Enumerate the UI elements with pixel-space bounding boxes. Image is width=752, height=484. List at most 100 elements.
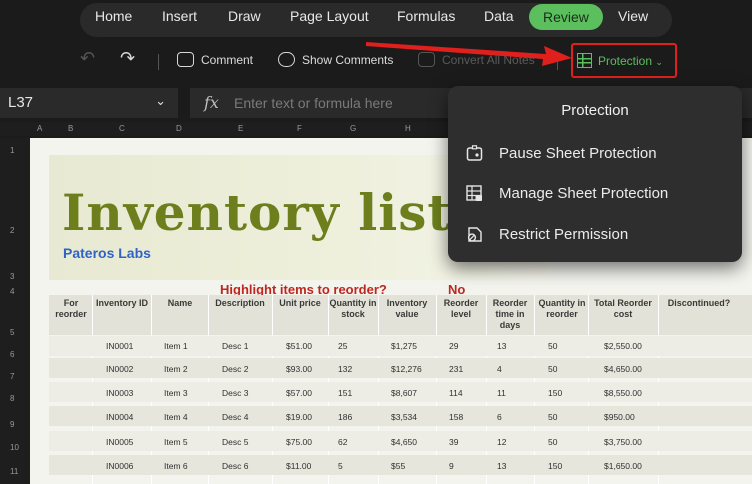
cell-reorder-qty[interactable]: 50 — [548, 364, 557, 374]
menu-item-pause-sheet-protection[interactable]: Pause Sheet Protection — [462, 138, 732, 170]
cell-id[interactable]: IN0004 — [106, 412, 133, 422]
cell-value[interactable]: $55 — [391, 461, 405, 471]
tab-page-layout[interactable]: Page Layout — [290, 8, 369, 24]
cell-cost[interactable]: $2,550.00 — [604, 341, 642, 351]
cell-id[interactable]: IN0006 — [106, 461, 133, 471]
cell-value[interactable]: $1,275 — [391, 341, 417, 351]
cell-qty[interactable]: 25 — [338, 341, 347, 351]
comment-button[interactable]: Comment — [177, 52, 253, 67]
column-header[interactable]: G — [350, 124, 356, 133]
row-header[interactable]: 1 — [10, 146, 14, 155]
row-header[interactable]: 9 — [10, 420, 14, 429]
cell-desc[interactable]: Desc 4 — [222, 412, 248, 422]
cell-name[interactable]: Item 3 — [164, 388, 188, 398]
cell-desc[interactable]: Desc 6 — [222, 461, 248, 471]
cell-name[interactable]: Item 4 — [164, 412, 188, 422]
cell-qty[interactable]: 5 — [338, 461, 343, 471]
menu-item-restrict-permission[interactable]: Restrict Permission — [462, 219, 732, 251]
redo-icon[interactable]: ↷ — [120, 48, 135, 69]
row-header[interactable]: 2 — [10, 226, 14, 235]
cell-reorder-qty[interactable]: 50 — [548, 437, 557, 447]
column-header[interactable]: B — [68, 124, 73, 133]
cell-cost[interactable]: $950.00 — [604, 412, 635, 422]
row-header[interactable]: 4 — [10, 287, 14, 296]
cell-price[interactable]: $57.00 — [286, 388, 312, 398]
cell-level[interactable]: 9 — [449, 461, 454, 471]
table-header: Inventory value — [386, 298, 428, 319]
cell-days[interactable]: 4 — [497, 364, 502, 374]
cell-price[interactable]: $51.00 — [286, 341, 312, 351]
cell-qty[interactable]: 151 — [338, 388, 352, 398]
cell-days[interactable]: 13 — [497, 461, 506, 471]
tab-insert[interactable]: Insert — [162, 8, 197, 24]
menu-item-manage-sheet-protection[interactable]: Manage Sheet Protection — [462, 178, 732, 210]
tab-draw[interactable]: Draw — [228, 8, 261, 24]
cell-cost[interactable]: $3,750.00 — [604, 437, 642, 447]
cell-level[interactable]: 29 — [449, 341, 458, 351]
row-header[interactable]: 8 — [10, 394, 14, 403]
cell-value[interactable]: $4,650 — [391, 437, 417, 447]
column-header[interactable]: E — [238, 124, 243, 133]
cell-price[interactable]: $75.00 — [286, 437, 312, 447]
tab-review[interactable]: Review — [529, 4, 603, 30]
cell-level[interactable]: 231 — [449, 364, 463, 374]
row-header[interactable]: 10 — [10, 443, 19, 452]
cell-reorder-qty[interactable]: 50 — [548, 412, 557, 422]
cell-value[interactable]: $8,607 — [391, 388, 417, 398]
cell-name[interactable]: Item 5 — [164, 437, 188, 447]
cell-price[interactable]: $11.00 — [286, 461, 311, 471]
cell-cost[interactable]: $4,650.00 — [604, 364, 642, 374]
cell-reference: L37 — [8, 94, 34, 111]
tab-home[interactable]: Home — [95, 8, 132, 24]
cell-qty[interactable]: 186 — [338, 412, 352, 422]
cell-price[interactable]: $93.00 — [286, 364, 312, 374]
cell-name[interactable]: Item 6 — [164, 461, 188, 471]
cell-level[interactable]: 158 — [449, 412, 463, 422]
cell-reorder-qty[interactable]: 50 — [548, 341, 557, 351]
cell-level[interactable]: 114 — [449, 388, 463, 398]
cell-cost[interactable]: $1,650.00 — [604, 461, 642, 471]
cell-id[interactable]: IN0005 — [106, 437, 133, 447]
row-header[interactable]: 7 — [10, 372, 14, 381]
cell-reorder-qty[interactable]: 150 — [548, 388, 562, 398]
formula-input[interactable]: Enter text or formula here — [234, 95, 393, 111]
cell-days[interactable]: 11 — [497, 388, 506, 398]
protection-button[interactable]: Protection ⌄ — [577, 53, 663, 68]
column-header[interactable]: H — [405, 124, 411, 133]
row-header[interactable]: 6 — [10, 350, 14, 359]
tab-formulas[interactable]: Formulas — [397, 8, 455, 24]
column-header[interactable]: C — [119, 124, 125, 133]
cell-qty[interactable]: 62 — [338, 437, 347, 447]
row-header[interactable]: 5 — [10, 328, 14, 337]
cell-name[interactable]: Item 2 — [164, 364, 188, 374]
callout-arrow — [366, 42, 572, 66]
undo-icon[interactable]: ↶ — [80, 48, 95, 69]
column-header[interactable]: D — [176, 124, 182, 133]
cell-price[interactable]: $19.00 — [286, 412, 312, 422]
table-header: Reorder level — [443, 298, 479, 319]
tab-view[interactable]: View — [618, 8, 648, 24]
cell-desc[interactable]: Desc 3 — [222, 388, 248, 398]
cell-id[interactable]: IN0001 — [106, 341, 133, 351]
cell-id[interactable]: IN0003 — [106, 388, 133, 398]
cell-desc[interactable]: Desc 1 — [222, 341, 248, 351]
column-header[interactable]: A — [37, 124, 42, 133]
column-header[interactable]: F — [297, 124, 302, 133]
name-box[interactable]: L37 ⌄ — [0, 88, 178, 118]
cell-days[interactable]: 13 — [497, 341, 506, 351]
cell-value[interactable]: $12,276 — [391, 364, 422, 374]
cell-qty[interactable]: 132 — [338, 364, 352, 374]
cell-days[interactable]: 6 — [497, 412, 502, 422]
row-header[interactable]: 11 — [10, 467, 18, 476]
cell-value[interactable]: $3,534 — [391, 412, 417, 422]
cell-reorder-qty[interactable]: 150 — [548, 461, 562, 471]
cell-name[interactable]: Item 1 — [164, 341, 188, 351]
cell-id[interactable]: IN0002 — [106, 364, 133, 374]
cell-desc[interactable]: Desc 2 — [222, 364, 248, 374]
tab-data[interactable]: Data — [484, 8, 514, 24]
cell-level[interactable]: 39 — [449, 437, 458, 447]
cell-desc[interactable]: Desc 5 — [222, 437, 248, 447]
cell-cost[interactable]: $8,550.00 — [604, 388, 642, 398]
row-header[interactable]: 3 — [10, 272, 14, 281]
cell-days[interactable]: 12 — [497, 437, 506, 447]
